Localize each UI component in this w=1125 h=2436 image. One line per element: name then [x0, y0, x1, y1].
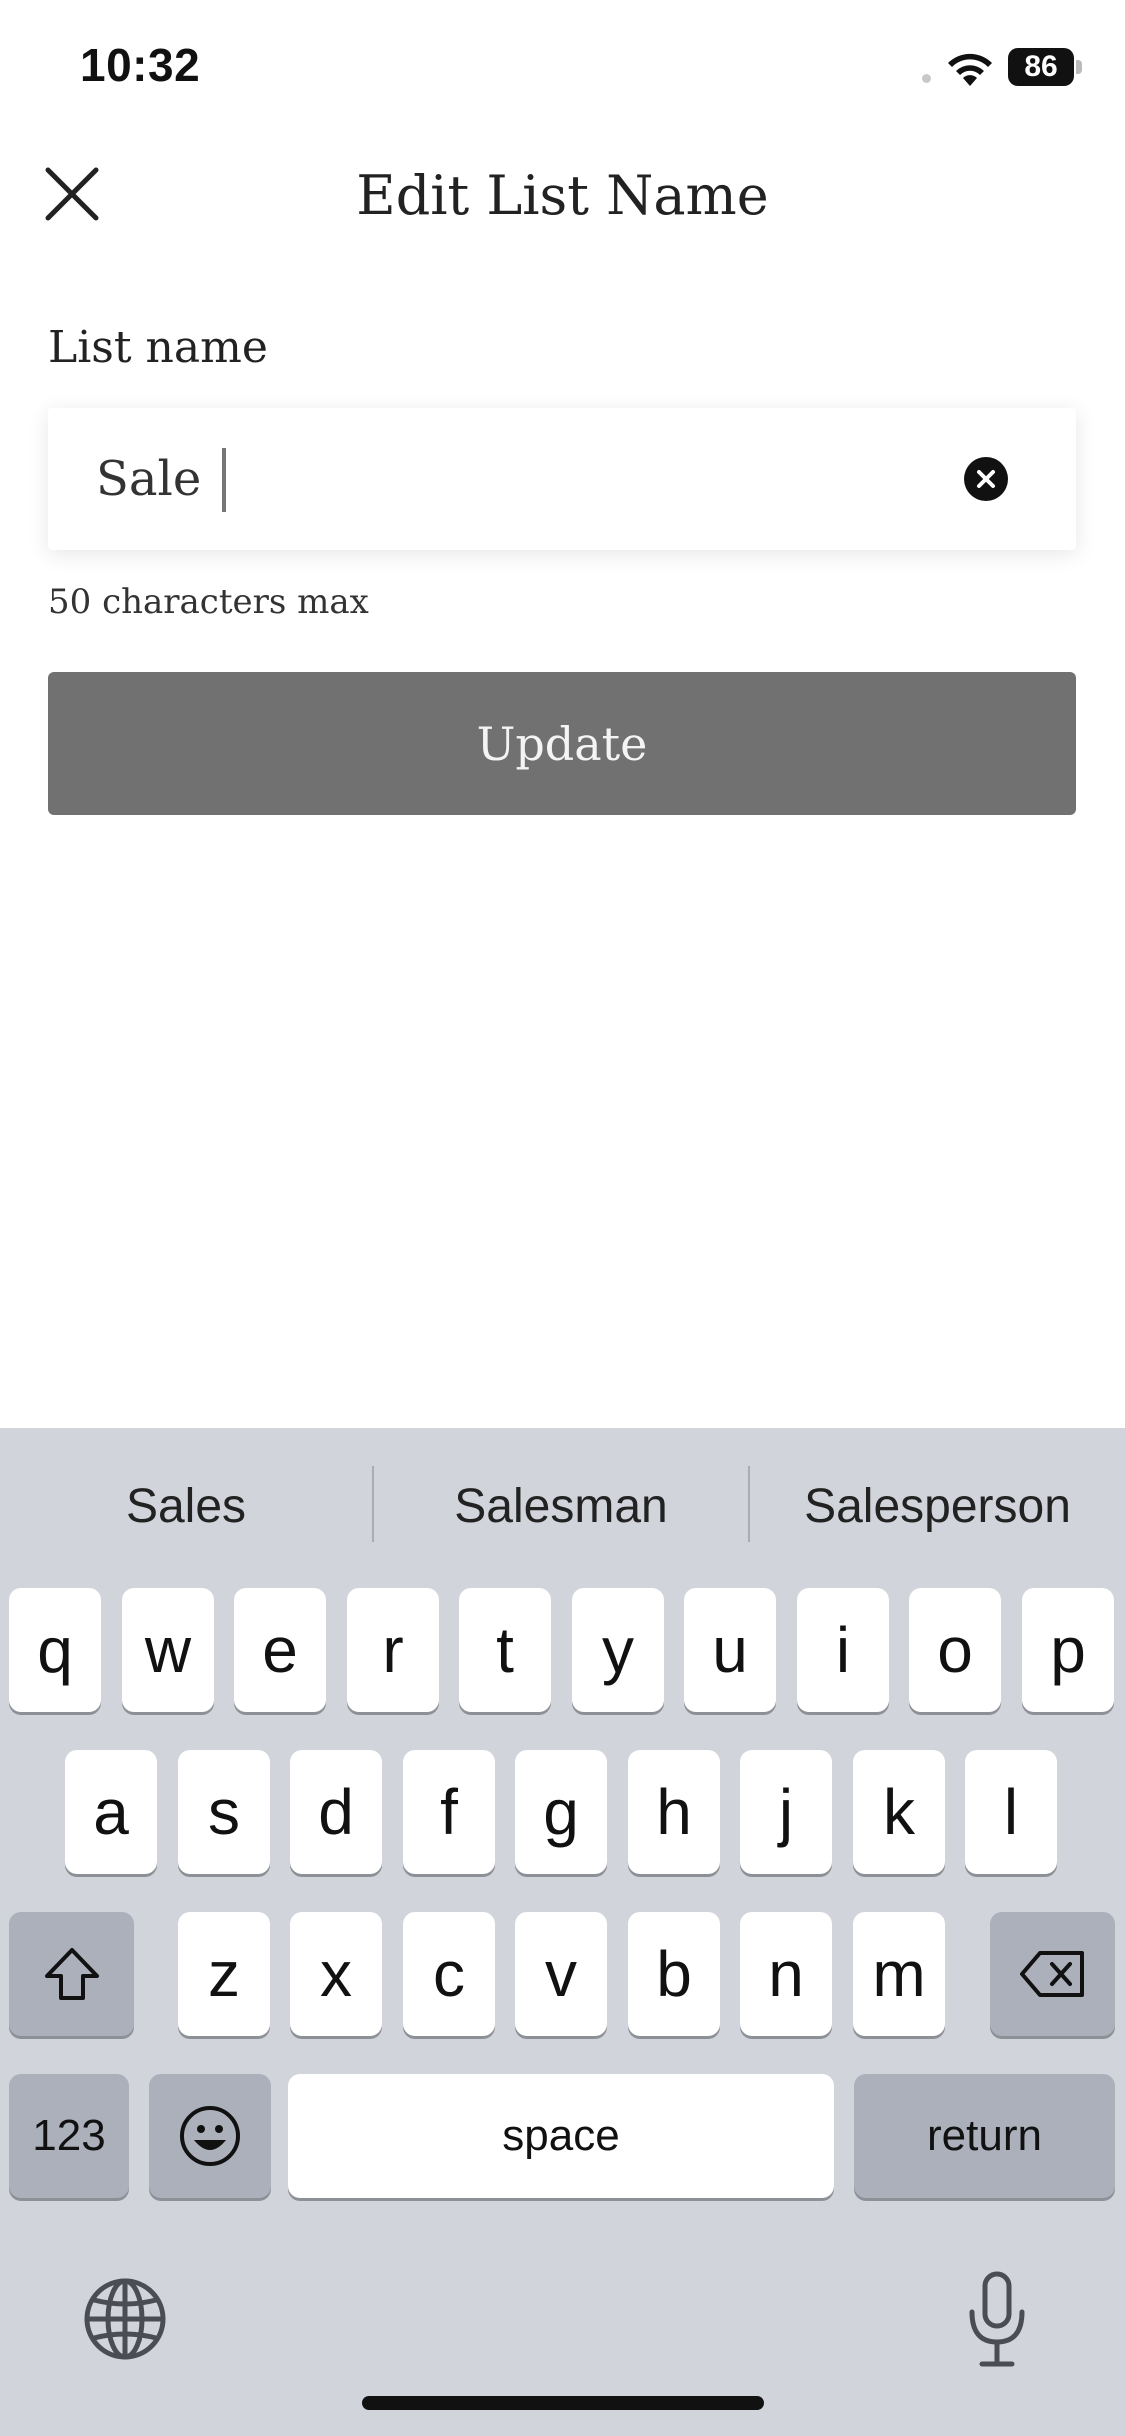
keyboard: Sales Salesman Salesperson q w e r t y u…	[0, 1428, 1125, 2436]
character-limit-hint: 50 characters max	[48, 582, 369, 622]
page-title: Edit List Name	[356, 164, 769, 227]
clear-input-button[interactable]	[964, 457, 1008, 501]
key-t[interactable]: t	[459, 1588, 551, 1712]
backspace-icon	[1019, 1951, 1084, 1997]
status-time: 10:32	[80, 39, 201, 91]
key-d[interactable]: d	[290, 1750, 382, 1874]
key-b[interactable]: b	[628, 1912, 720, 2036]
status-dot	[922, 74, 931, 83]
emoji-icon	[180, 2106, 240, 2166]
suggestion-2[interactable]: Salesman	[374, 1428, 748, 1584]
wifi-icon	[948, 53, 992, 86]
key-o[interactable]: o	[909, 1588, 1001, 1712]
battery-cap	[1076, 60, 1082, 74]
key-a[interactable]: a	[65, 1750, 157, 1874]
key-s[interactable]: s	[178, 1750, 270, 1874]
key-v[interactable]: v	[515, 1912, 607, 2036]
key-w[interactable]: w	[122, 1588, 214, 1712]
battery-indicator: 86	[1008, 48, 1074, 86]
key-y[interactable]: y	[572, 1588, 664, 1712]
backspace-key[interactable]	[990, 1912, 1115, 2036]
list-name-label: List name	[48, 322, 268, 373]
key-h[interactable]: h	[628, 1750, 720, 1874]
key-x[interactable]: x	[290, 1912, 382, 2036]
emoji-key[interactable]	[149, 2074, 271, 2198]
shift-key[interactable]	[9, 1912, 134, 2036]
key-k[interactable]: k	[853, 1750, 945, 1874]
home-indicator	[362, 2396, 764, 2410]
key-l[interactable]: l	[965, 1750, 1057, 1874]
microphone-icon[interactable]	[962, 2270, 1032, 2370]
key-r[interactable]: r	[347, 1588, 439, 1712]
text-caret	[222, 448, 226, 512]
close-icon[interactable]	[38, 160, 106, 228]
key-f[interactable]: f	[403, 1750, 495, 1874]
key-z[interactable]: z	[178, 1912, 270, 2036]
numbers-key[interactable]: 123	[9, 2074, 129, 2198]
globe-icon[interactable]	[82, 2276, 168, 2362]
suggestion-1[interactable]: Sales	[0, 1428, 372, 1584]
update-button[interactable]: Update	[48, 672, 1076, 815]
key-c[interactable]: c	[403, 1912, 495, 2036]
key-g[interactable]: g	[515, 1750, 607, 1874]
key-u[interactable]: u	[684, 1588, 776, 1712]
key-q[interactable]: q	[9, 1588, 101, 1712]
key-i[interactable]: i	[797, 1588, 889, 1712]
key-e[interactable]: e	[234, 1588, 326, 1712]
list-name-field	[48, 408, 1076, 550]
key-n[interactable]: n	[740, 1912, 832, 2036]
suggestion-3[interactable]: Salesperson	[750, 1428, 1125, 1584]
key-m[interactable]: m	[853, 1912, 945, 2036]
space-key[interactable]: space	[288, 2074, 834, 2198]
key-p[interactable]: p	[1022, 1588, 1114, 1712]
return-key[interactable]: return	[854, 2074, 1115, 2198]
key-j[interactable]: j	[740, 1750, 832, 1874]
shift-icon	[44, 1948, 99, 2000]
clear-icon	[977, 470, 995, 488]
